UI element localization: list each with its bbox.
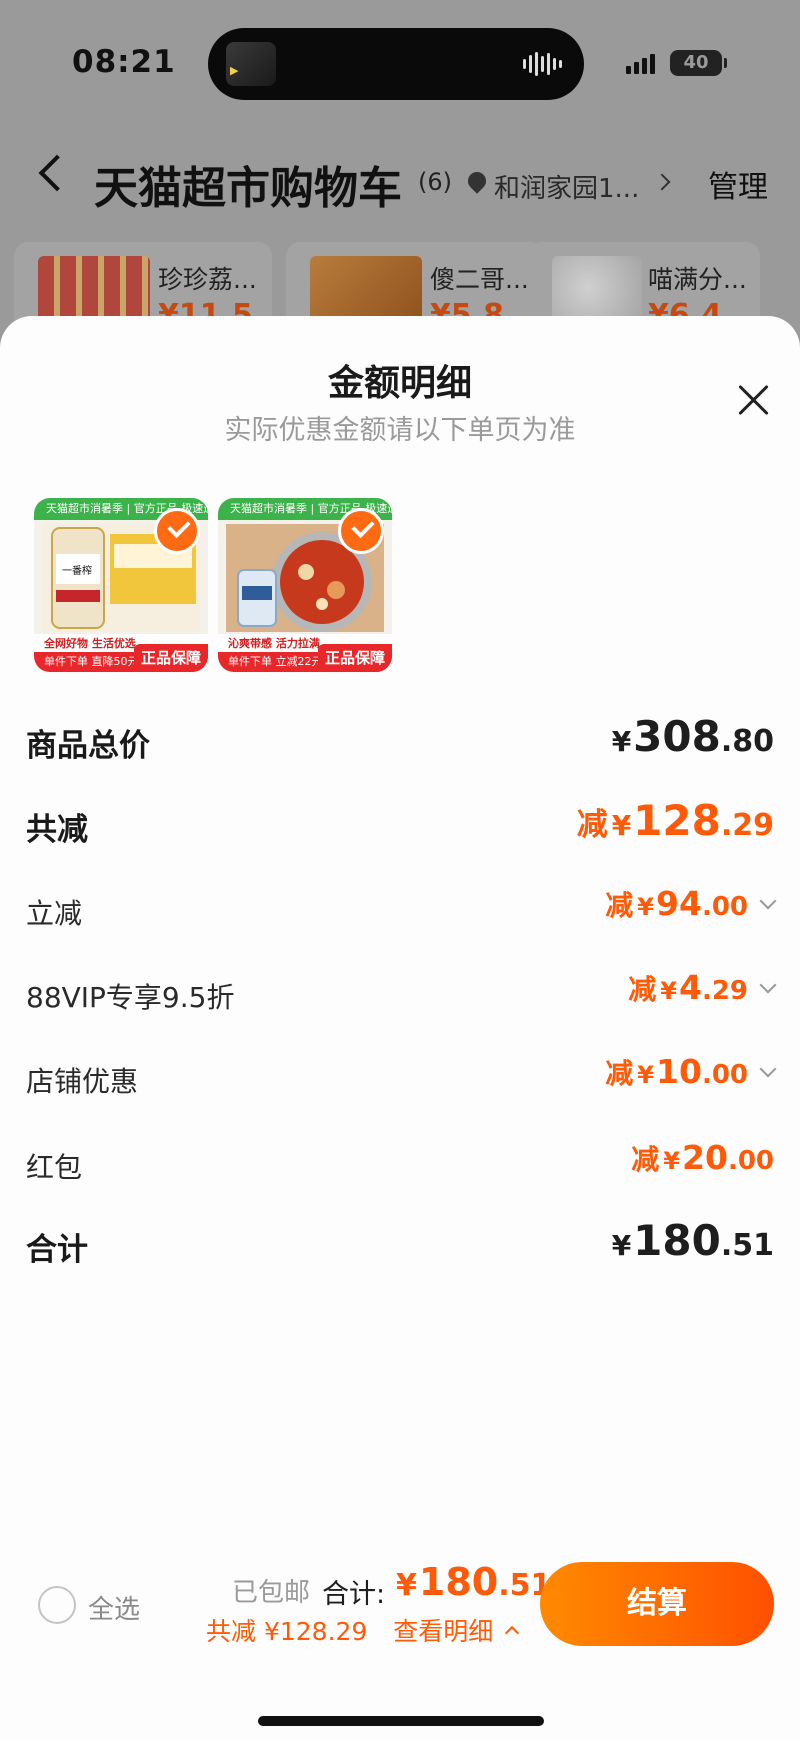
- row-total-discount: 共减 减 ¥ 128 .29: [26, 796, 774, 848]
- row-label: 商品总价: [26, 728, 150, 764]
- amount-integer: 308: [633, 712, 721, 761]
- chevron-down-icon[interactable]: [759, 892, 777, 910]
- amount-decimal: .00: [727, 1146, 774, 1176]
- amount-integer: 180: [633, 1216, 721, 1265]
- back-icon[interactable]: [38, 154, 76, 192]
- saved-label: 共减: [206, 1617, 257, 1646]
- row-amount: ¥ 180 .51: [612, 1216, 774, 1265]
- bg-product-name: 珍珍荔...: [158, 265, 257, 294]
- checked-icon[interactable]: [154, 508, 200, 554]
- row-label: 立减: [26, 897, 83, 930]
- row-amount: 减 ¥ 20 .00: [631, 1138, 774, 1178]
- amount-decimal: .29: [720, 808, 774, 843]
- currency-symbol: ¥: [611, 809, 632, 842]
- discount-prefix: 减: [631, 1143, 660, 1176]
- detail-link-text[interactable]: 查看明细: [393, 1617, 493, 1646]
- cart-count: (6): [418, 168, 452, 196]
- row-label: 红包: [26, 1151, 83, 1184]
- now-playing-thumbnail: ▶︎: [226, 42, 276, 86]
- amount-detail-sheet: 金额明细 实际优惠金额请以下单页为准 天猫超市消暑季 | 官方正品 极速送达 一…: [0, 316, 800, 1739]
- view-details-link[interactable]: 共减 ¥128.29 查看明细: [206, 1612, 520, 1648]
- row-subtotal: 商品总价 ¥ 308 .80: [26, 712, 774, 764]
- row-label: 合计: [26, 1232, 88, 1268]
- discount-prefix: 减: [605, 1057, 634, 1090]
- battery-icon: 40: [670, 50, 727, 76]
- discount-prefix: 减: [628, 973, 657, 1006]
- page-title: 天猫超市购物车: [94, 163, 402, 214]
- currency-symbol: ¥: [637, 1061, 654, 1089]
- sheet-subtitle: 实际优惠金额请以下单页为准: [224, 415, 576, 446]
- product-image-beer[interactable]: 天猫超市消暑季 | 官方正品 极速送达 一番榨 全网好物 生活优选 单件下单 直…: [34, 498, 208, 672]
- row-grand-total: 合计 ¥ 180 .51: [26, 1216, 774, 1268]
- row-88vip-discount[interactable]: 88VIP专享9.5折 减 ¥ 4 .29: [26, 968, 777, 1018]
- manage-button[interactable]: 管理: [708, 162, 768, 206]
- row-red-packet: 红包 减 ¥ 20 .00: [26, 1138, 774, 1188]
- select-all-checkbox[interactable]: [38, 1586, 76, 1624]
- row-amount: ¥ 308 .80: [612, 712, 774, 761]
- product-image-hotpot[interactable]: 天猫超市消暑季 | 官方正品 极速送达 沁爽带感 活力拉满 单件下单 立减22元…: [218, 498, 392, 672]
- currency-symbol: ¥: [611, 725, 632, 758]
- amount-decimal: .00: [701, 892, 748, 922]
- currency-symbol: ¥: [611, 1229, 632, 1262]
- delivery-address[interactable]: 和润家园1...: [494, 168, 639, 205]
- currency-symbol: ¥: [660, 977, 677, 1005]
- currency-symbol: ¥: [396, 1568, 417, 1603]
- amount-integer: 180: [418, 1560, 499, 1604]
- audio-wave-icon: [523, 52, 562, 76]
- genuine-guarantee-badge: 正品保障: [134, 644, 208, 672]
- svg-text:一番榨: 一番榨: [62, 564, 92, 577]
- amount-decimal: .51: [720, 1228, 774, 1263]
- sheet-title: 金额明细: [327, 363, 472, 404]
- location-pin-icon: [464, 168, 490, 194]
- chevron-down-icon[interactable]: [759, 1060, 777, 1078]
- total-label: 合计:: [322, 1579, 386, 1610]
- chevron-down-icon[interactable]: [759, 976, 777, 994]
- dynamic-island: ▶︎: [208, 28, 584, 100]
- amount-integer: 94: [656, 884, 702, 923]
- currency-symbol: ¥: [637, 893, 654, 921]
- home-indicator[interactable]: [258, 1716, 544, 1726]
- row-label: 共减: [26, 812, 88, 848]
- row-amount: 减 ¥ 128 .29: [577, 796, 774, 845]
- checked-icon[interactable]: [338, 508, 384, 554]
- total-amount: ¥ 180 .51: [396, 1560, 551, 1604]
- amount-decimal: .80: [720, 724, 774, 759]
- row-amount: 减 ¥ 10 .00: [605, 1052, 777, 1092]
- select-all-label[interactable]: 全选: [88, 1589, 140, 1626]
- amount-decimal: .29: [701, 976, 748, 1006]
- chevron-right-icon[interactable]: [653, 173, 671, 191]
- discount-prefix: 减: [605, 889, 634, 922]
- row-label: 店铺优惠: [26, 1065, 139, 1098]
- amount-decimal: .00: [701, 1060, 748, 1090]
- bg-product-name: 傻二哥...: [430, 265, 529, 294]
- close-icon[interactable]: [736, 382, 772, 418]
- currency-symbol: ¥: [663, 1147, 680, 1175]
- free-shipping-label: 已包邮: [232, 1578, 311, 1608]
- amount-integer: 20: [682, 1138, 728, 1177]
- row-store-discount[interactable]: 店铺优惠 减 ¥ 10 .00: [26, 1052, 777, 1102]
- row-amount: 减 ¥ 4 .29: [628, 968, 777, 1008]
- amount-integer: 4: [678, 968, 702, 1007]
- status-time: 08:21: [72, 44, 176, 80]
- checkout-button[interactable]: 结算: [540, 1562, 774, 1646]
- discount-prefix: 减: [576, 807, 608, 843]
- amount-integer: 128: [633, 796, 721, 845]
- bg-product-name: 喵满分...: [648, 265, 747, 294]
- row-label: 88VIP专享9.5折: [26, 981, 235, 1014]
- amount-integer: 10: [656, 1052, 702, 1091]
- genuine-guarantee-badge: 正品保障: [318, 644, 392, 672]
- saved-amount: ¥128.29: [263, 1617, 368, 1646]
- chevron-up-icon[interactable]: [505, 1625, 520, 1641]
- row-instant-discount[interactable]: 立减 减 ¥ 94 .00: [26, 884, 777, 934]
- row-amount: 减 ¥ 94 .00: [605, 884, 777, 924]
- signal-icon: [626, 54, 655, 74]
